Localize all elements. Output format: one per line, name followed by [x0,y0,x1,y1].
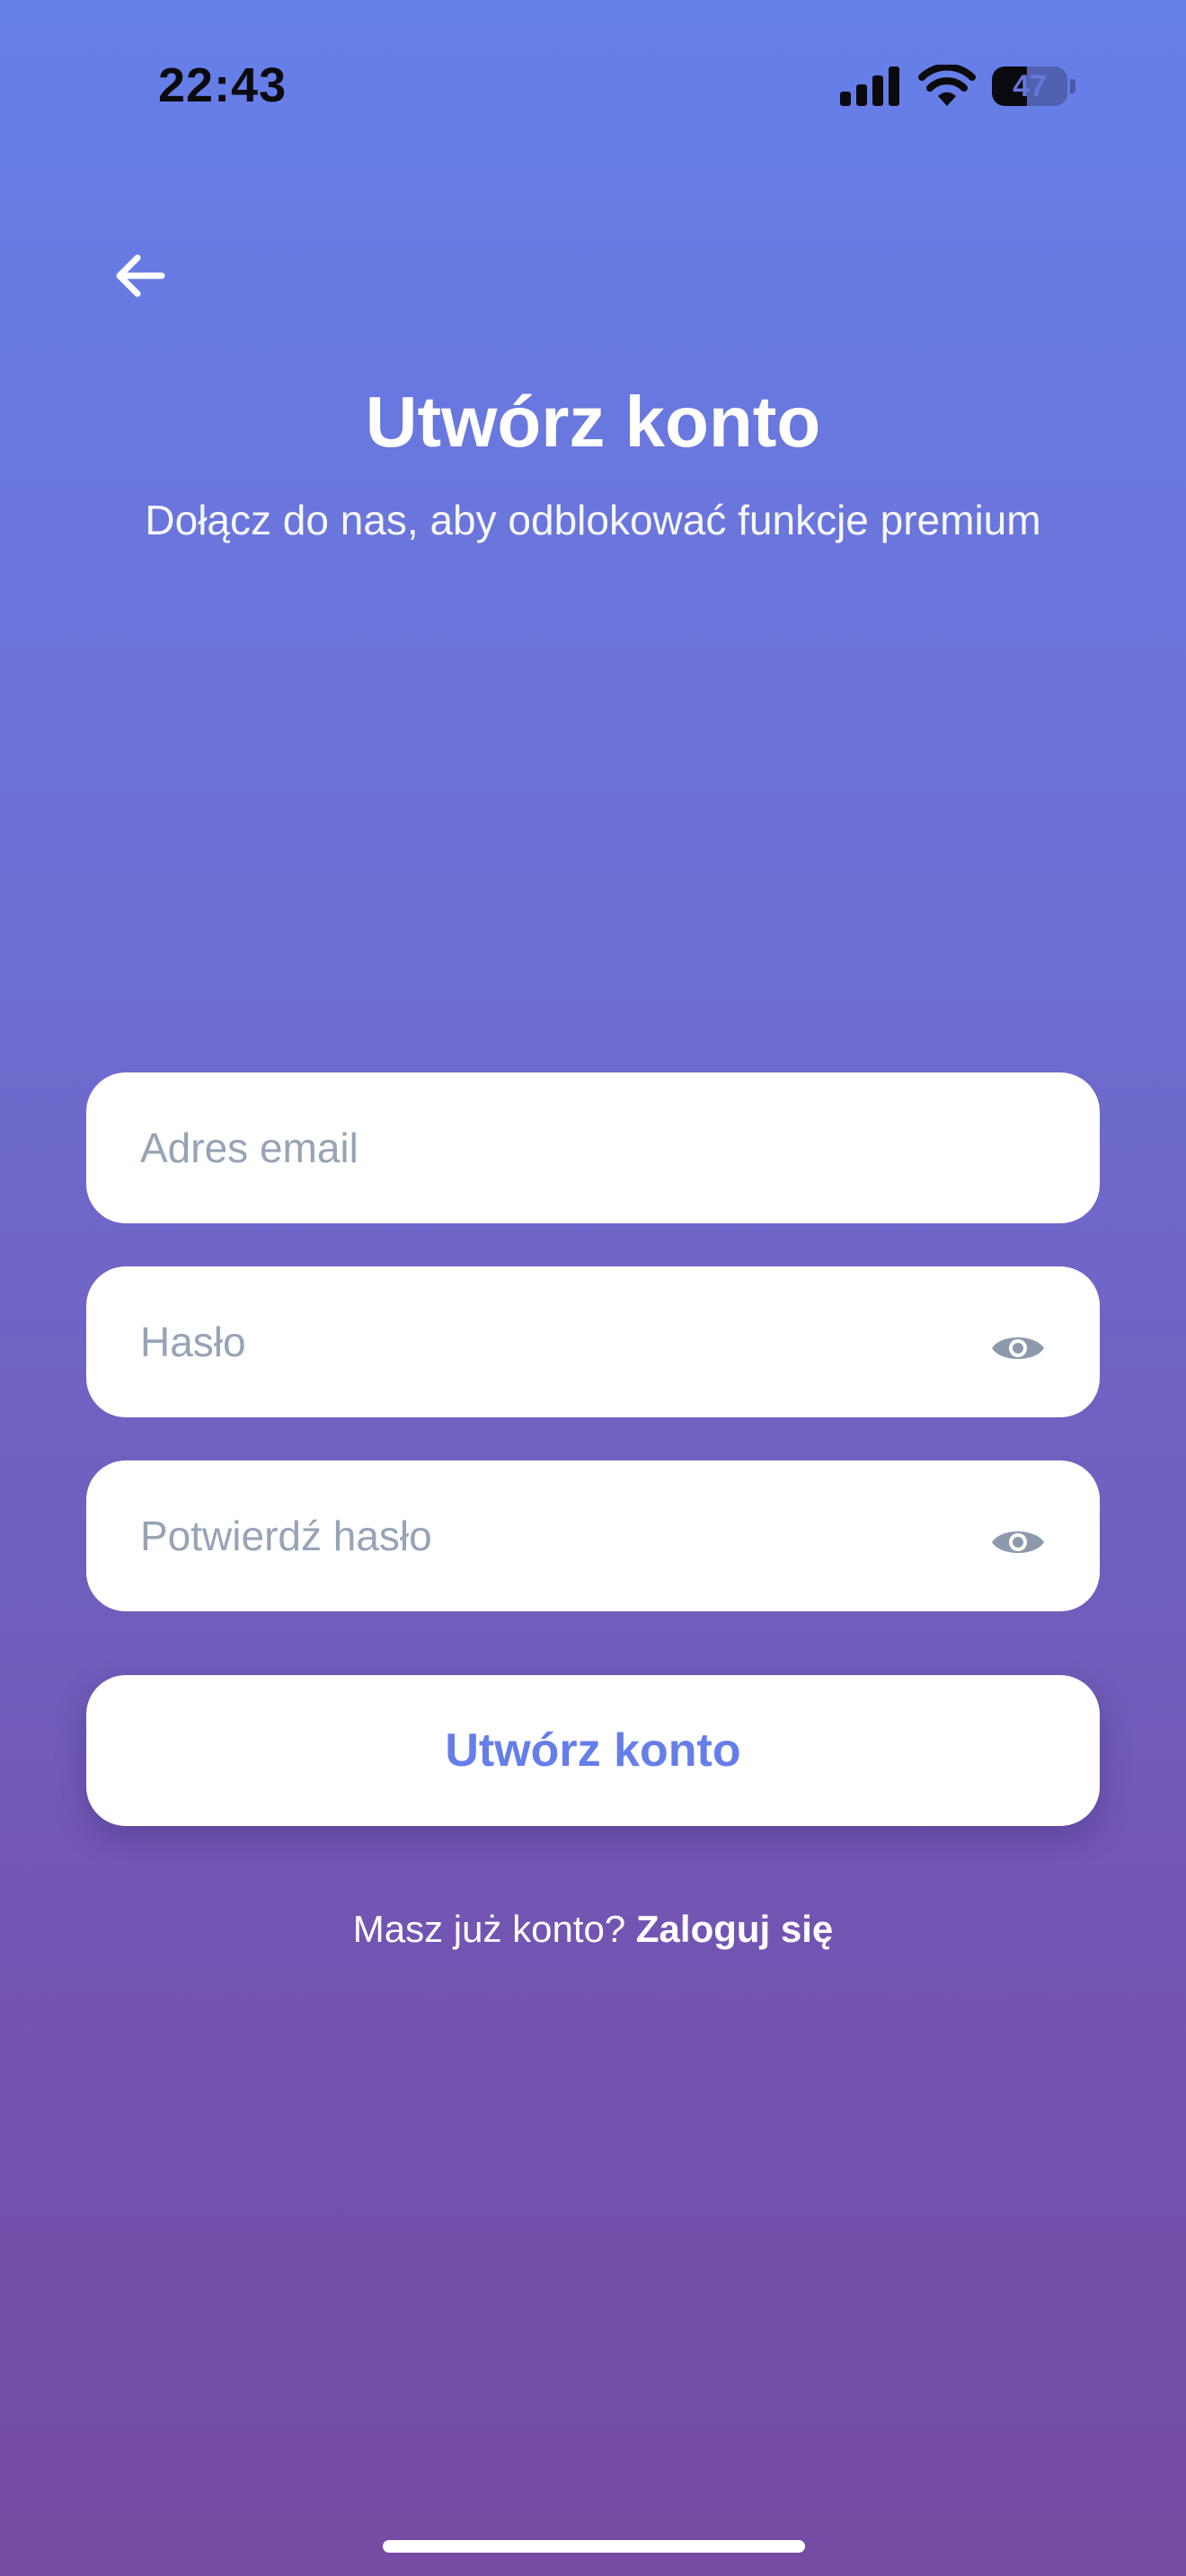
email-field-container [86,1072,1100,1227]
login-link[interactable]: Zaloguj się [636,1908,833,1950]
battery-body: 47 [992,66,1067,106]
create-account-button[interactable]: Utwórz konto [86,1675,1100,1826]
page-subtitle: Dołącz do nas, aby odblokować funkcje pr… [145,497,1041,543]
eye-icon [992,1531,1044,1553]
back-button[interactable] [99,235,180,316]
login-prompt-text: Masz już konto? [352,1908,636,1950]
battery-cap [1070,79,1075,93]
arrow-left-icon [116,254,165,297]
email-field[interactable] [140,1072,985,1227]
wifi-icon [918,65,976,106]
status-bar: 22:43 47 [0,0,1186,171]
eye-icon [992,1337,1044,1359]
home-indicator[interactable] [383,2540,805,2553]
confirm-password-field[interactable] [140,1460,985,1626]
battery-level: 47 [1013,69,1047,103]
password-field-container [86,1266,1100,1432]
confirm-password-visibility-toggle[interactable] [990,1514,1046,1570]
status-time: 22:43 [158,58,288,112]
page-title: Utwórz konto [365,382,821,462]
password-field[interactable] [140,1266,985,1432]
confirm-password-field-container [86,1460,1100,1626]
battery-icon: 47 [992,66,1075,106]
signal-icon [840,66,899,106]
password-visibility-toggle[interactable] [990,1320,1046,1376]
login-prompt-row: Masz już konto? Zaloguj się [0,1908,1186,1951]
